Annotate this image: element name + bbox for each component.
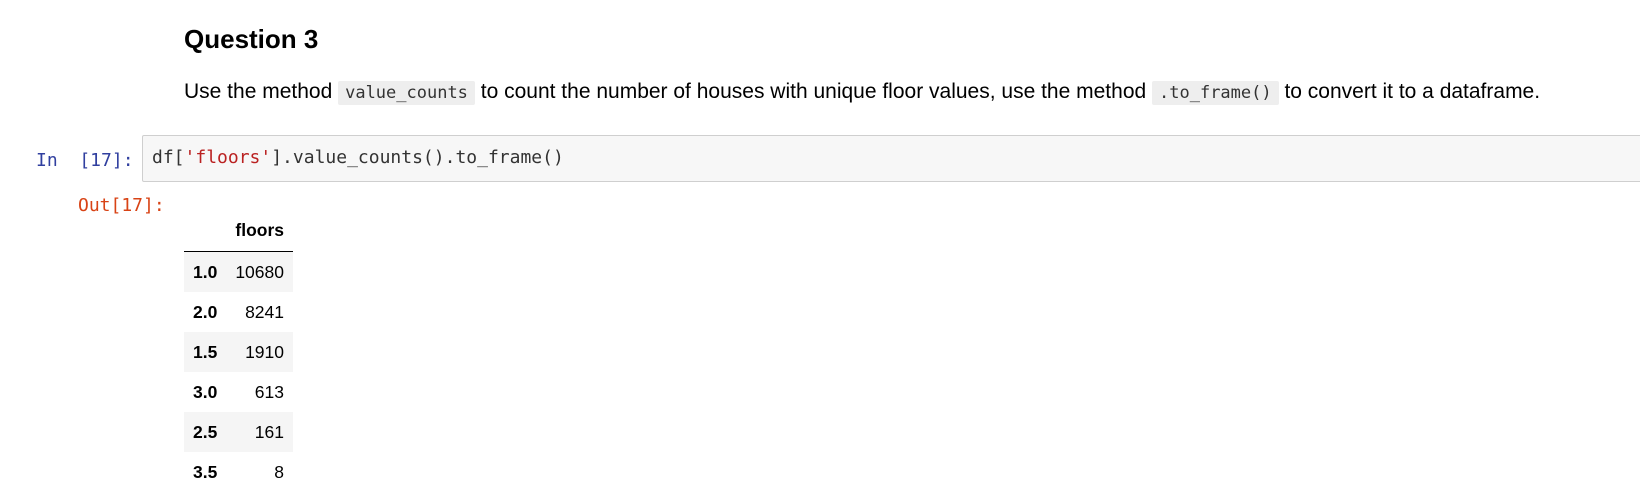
question-description: Use the method value_counts to count the… [184, 77, 1540, 108]
question-heading: Question 3 [184, 24, 319, 54]
row-index: 1.5 [193, 341, 218, 362]
row-value: 1910 [245, 341, 284, 362]
row-index: 3.5 [193, 461, 218, 482]
table-row: 1.0 10680 [184, 251, 293, 292]
table-row: 3.5 8 [184, 452, 293, 492]
code-token-df: df[ [152, 147, 185, 168]
table-row: 3.0 613 [184, 372, 293, 412]
table-row: 1.5 1910 [184, 332, 293, 372]
row-value: 161 [254, 421, 284, 442]
dataframe-output: floors 1.0 10680 2.0 8241 1.5 1910 3.0 6… [184, 209, 293, 492]
row-index: 2.5 [193, 421, 218, 442]
description-text-2: to count the number of houses with uniqu… [474, 80, 1153, 103]
table-row: 2.0 8241 [184, 292, 293, 332]
row-value: 10680 [235, 261, 284, 282]
code-line: df['floors'].value_counts().to_frame() [152, 146, 564, 170]
column-header-floors: floors [226, 209, 293, 252]
notebook-page: Question 3 Use the method value_counts t… [0, 0, 1640, 497]
row-index: 3.0 [193, 381, 218, 402]
row-index: 2.0 [193, 301, 218, 322]
inline-code-value-counts: value_counts [338, 81, 475, 105]
output-prompt: Out[17]: [78, 195, 165, 216]
row-value: 8241 [245, 301, 284, 322]
code-input-area[interactable]: df['floors'].value_counts().to_frame() [142, 135, 1640, 182]
index-header [184, 209, 227, 252]
code-token-string: 'floors' [184, 147, 272, 168]
row-index: 1.0 [193, 261, 218, 282]
description-text-1: Use the method [184, 80, 339, 103]
input-prompt: In [17]: [36, 150, 134, 171]
description-text-3: to convert it to a dataframe. [1278, 80, 1541, 103]
inline-code-to-frame: .to_frame() [1152, 81, 1279, 105]
code-token-method-chain: ].value_counts().to_frame() [271, 147, 564, 168]
row-value: 8 [274, 461, 284, 482]
row-value: 613 [254, 381, 284, 402]
dataframe-header-row: floors [184, 209, 293, 252]
table-row: 2.5 161 [184, 412, 293, 452]
